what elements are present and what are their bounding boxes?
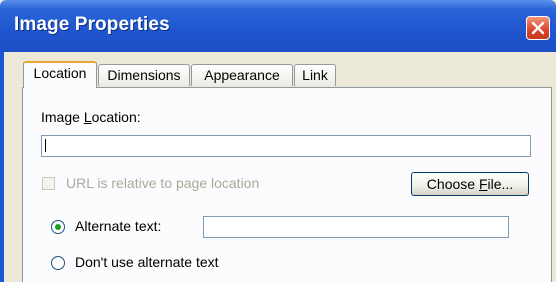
dialog-title: Image Properties	[14, 14, 170, 35]
close-icon	[531, 21, 545, 35]
image-properties-dialog: Image Properties Location Dimensions App…	[0, 0, 556, 282]
no-alternate-text-label: Don't use alternate text	[75, 254, 219, 270]
alternate-text-input[interactable]	[203, 216, 509, 238]
image-location-label: Image Location:	[41, 109, 141, 125]
tab-dimensions[interactable]: Dimensions	[98, 64, 190, 86]
image-location-input[interactable]	[41, 135, 531, 157]
tab-label: Appearance	[204, 67, 280, 83]
tab-link[interactable]: Link	[294, 64, 336, 86]
title-bar[interactable]: Image Properties	[0, 0, 556, 52]
tab-label: Link	[302, 67, 328, 83]
tab-panel-location: Image Location: URL is relative to page …	[22, 87, 552, 282]
tab-label: Dimensions	[107, 67, 181, 83]
text-caret	[45, 139, 46, 152]
alternate-text-label: Alternate text:	[75, 218, 162, 234]
tab-appearance[interactable]: Appearance	[191, 64, 293, 86]
no-alternate-text-radio[interactable]	[51, 256, 65, 270]
tab-label: Location	[33, 65, 87, 81]
url-relative-label: URL is relative to page location	[66, 175, 260, 191]
close-button[interactable]	[526, 16, 550, 40]
alternate-text-radio[interactable]	[51, 220, 65, 234]
tab-location[interactable]: Location	[23, 61, 97, 88]
url-relative-checkbox[interactable]	[42, 177, 55, 190]
choose-file-button[interactable]: Choose File...	[411, 172, 529, 196]
radio-selected-dot	[55, 224, 61, 230]
